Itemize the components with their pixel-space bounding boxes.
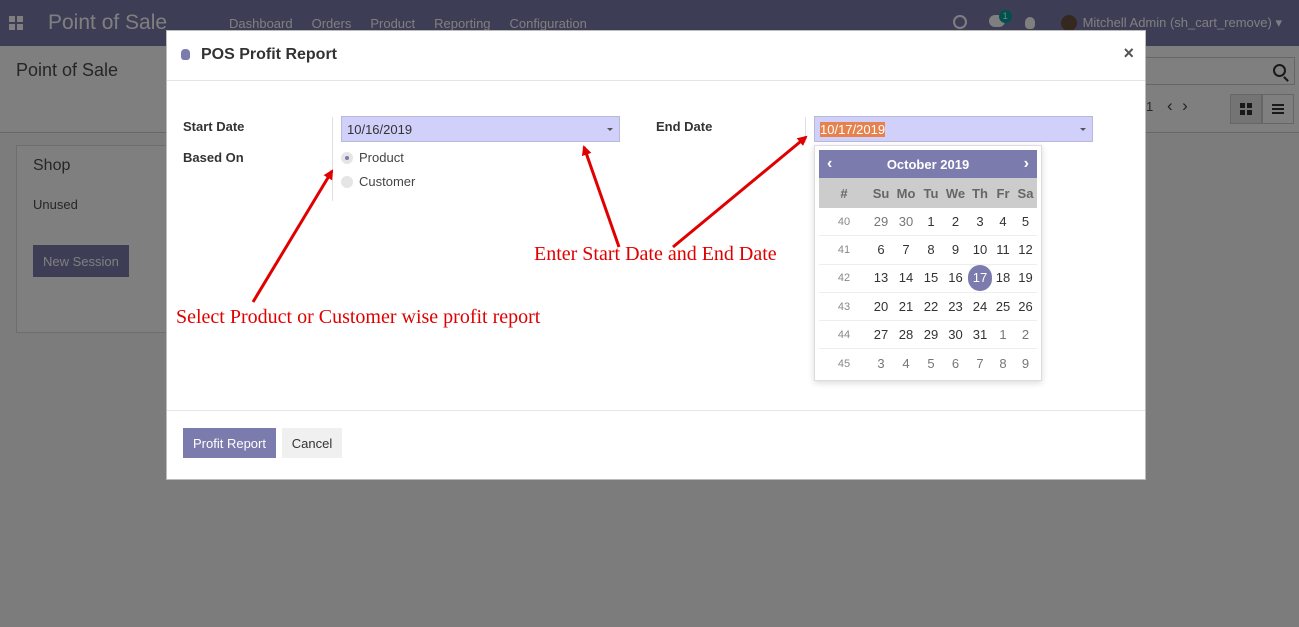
calendar-day[interactable]: 5: [919, 351, 943, 377]
weekday-sa: Sa: [1017, 185, 1034, 201]
chevron-down-icon: [1080, 128, 1086, 131]
calendar-day[interactable]: 12: [1014, 237, 1037, 263]
radio-product-dot[interactable]: [341, 151, 353, 164]
datepicker: ‹ October 2019 › # Su Mo Tu We Th Fr Sa 40 29 30 1…: [814, 145, 1042, 381]
datepicker-month[interactable]: October 2019: [887, 157, 969, 172]
datepicker-days: 40 29 30 1 2 3 4 5 41 6 7 8 9 10 11 12 42 13 14 15 16 17 18 19 4…: [819, 208, 1037, 378]
calendar-day[interactable]: 29: [919, 322, 943, 348]
calendar-day[interactable]: 7: [893, 237, 919, 263]
calendar-day[interactable]: 22: [919, 294, 943, 320]
calendar-day[interactable]: 3: [869, 351, 893, 377]
end-date-label: End Date: [656, 119, 713, 134]
week-number: 44: [837, 328, 851, 341]
weekday-th: Th: [972, 185, 988, 201]
datepicker-week-row: 44 27 28 29 30 31 1 2: [819, 321, 1037, 350]
radio-customer-label: Customer: [359, 174, 416, 189]
week-number: 42: [837, 272, 851, 285]
annotation-based-on: Select Product or Customer wise profit r…: [176, 306, 541, 328]
selected-day[interactable]: 17: [968, 265, 992, 292]
datepicker-week-row: 45 3 4 5 6 7 8 9: [819, 349, 1037, 377]
calendar-day[interactable]: 25: [992, 294, 1014, 320]
calendar-day[interactable]: 1: [919, 209, 943, 235]
calendar-day[interactable]: 19: [1014, 265, 1037, 291]
start-date-label: Start Date: [183, 119, 245, 134]
calendar-day[interactable]: 4: [992, 209, 1014, 235]
calendar-day[interactable]: 26: [1014, 294, 1037, 320]
datepicker-week-row: 41 6 7 8 9 10 11 12: [819, 236, 1037, 265]
end-date-value: 10/17/2019: [820, 122, 886, 137]
week-number: 45: [837, 357, 851, 370]
calendar-day[interactable]: 23: [943, 294, 968, 320]
annotation-dates: Enter Start Date and End Date: [534, 243, 777, 265]
radio-product-label: Product: [359, 150, 404, 165]
calendar-day[interactable]: 3: [968, 209, 992, 235]
week-number-header: #: [840, 185, 848, 201]
calendar-day[interactable]: 4: [893, 351, 919, 377]
calendar-day[interactable]: 30: [893, 209, 919, 235]
calendar-day[interactable]: 18: [992, 265, 1014, 291]
datepicker-week-row: 42 13 14 15 16 17 18 19: [819, 265, 1037, 293]
datepicker-header: ‹ October 2019 ›: [819, 150, 1037, 178]
field-separator: [332, 117, 333, 201]
datepicker-week-row: 40 29 30 1 2 3 4 5: [819, 208, 1037, 237]
calendar-day[interactable]: 27: [869, 322, 893, 348]
radio-customer[interactable]: Customer: [341, 174, 415, 189]
calendar-day[interactable]: 21: [893, 294, 919, 320]
calendar-day[interactable]: 1: [992, 322, 1014, 348]
next-month-icon[interactable]: ›: [1024, 155, 1029, 173]
debug-bug-icon: [181, 49, 190, 60]
cancel-button[interactable]: Cancel: [282, 428, 342, 458]
modal-footer: Profit Report Cancel: [167, 410, 1145, 480]
weekday-fr: Fr: [996, 185, 1010, 201]
start-date-value: 10/16/2019: [347, 122, 413, 137]
week-number: 40: [837, 215, 851, 228]
radio-product[interactable]: Product: [341, 150, 404, 165]
calendar-day[interactable]: 5: [1014, 209, 1037, 235]
datepicker-week-row: 43 20 21 22 23 24 25 26: [819, 293, 1037, 322]
calendar-day[interactable]: 11: [992, 237, 1014, 263]
calendar-day[interactable]: 31: [968, 322, 992, 348]
calendar-day[interactable]: 24: [968, 294, 992, 320]
modal-header: POS Profit Report ×: [167, 31, 1145, 81]
calendar-day[interactable]: 6: [943, 351, 968, 377]
weekday-we: We: [945, 185, 966, 201]
calendar-day[interactable]: 2: [943, 209, 968, 235]
week-number: 43: [837, 300, 851, 313]
weekday-su: Su: [872, 185, 890, 201]
weekday-tu: Tu: [923, 185, 939, 201]
calendar-day[interactable]: 15: [919, 265, 943, 291]
calendar-day[interactable]: 8: [992, 351, 1014, 377]
modal-title: POS Profit Report: [201, 46, 338, 63]
profit-report-button[interactable]: Profit Report: [183, 428, 276, 458]
chevron-down-icon: [607, 128, 613, 131]
calendar-day[interactable]: 29: [869, 209, 893, 235]
weekday-mo: Mo: [896, 185, 916, 201]
calendar-day[interactable]: 10: [968, 237, 992, 263]
start-date-input[interactable]: 10/16/2019: [341, 116, 620, 142]
radio-customer-dot[interactable]: [341, 175, 353, 188]
prev-month-icon[interactable]: ‹: [827, 155, 832, 173]
calendar-day[interactable]: 13: [869, 265, 893, 291]
calendar-day[interactable]: 8: [919, 237, 943, 263]
end-date-input[interactable]: 10/17/2019: [814, 116, 1093, 142]
calendar-day[interactable]: 7: [968, 351, 992, 377]
calendar-day[interactable]: 2: [1014, 322, 1037, 348]
calendar-day[interactable]: 16: [943, 265, 968, 291]
calendar-day[interactable]: 9: [943, 237, 968, 263]
close-icon[interactable]: ×: [1123, 43, 1134, 64]
calendar-day[interactable]: 6: [869, 237, 893, 263]
based-on-label: Based On: [183, 150, 244, 165]
week-number: 41: [837, 243, 851, 256]
weekday-header: # Su Mo Tu We Th Fr Sa: [819, 178, 1037, 208]
calendar-day[interactable]: 9: [1014, 351, 1037, 377]
field-separator: [805, 117, 806, 143]
calendar-day[interactable]: 20: [869, 294, 893, 320]
calendar-day[interactable]: 28: [893, 322, 919, 348]
calendar-day[interactable]: 30: [943, 322, 968, 348]
calendar-day[interactable]: 14: [893, 265, 919, 291]
